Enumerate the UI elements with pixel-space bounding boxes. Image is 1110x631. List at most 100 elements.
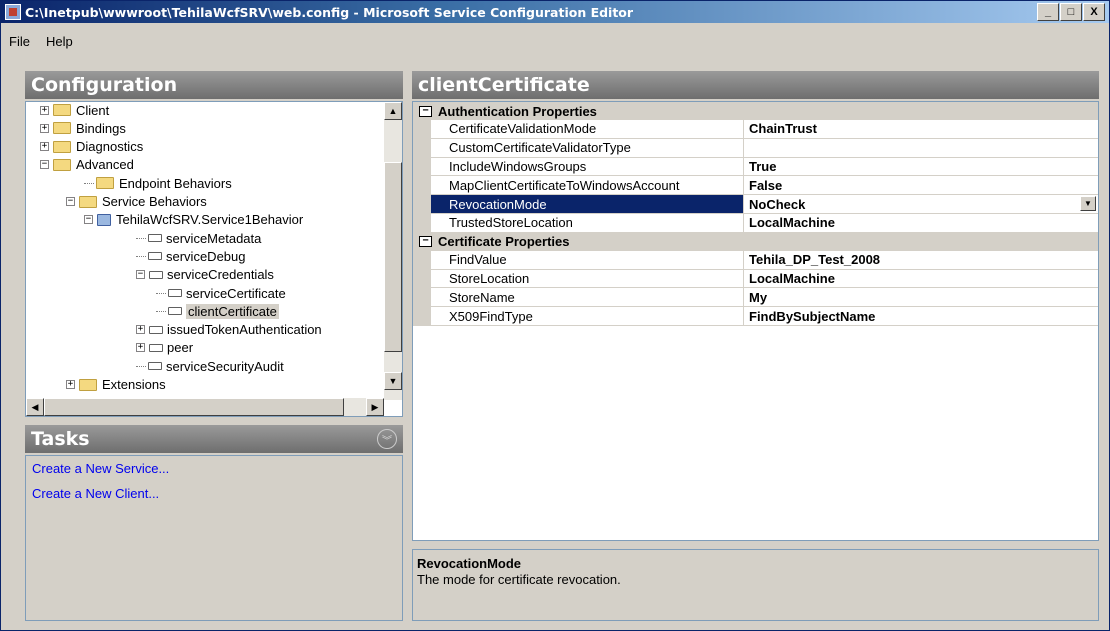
scroll-down-icon[interactable]: ▼ (384, 372, 402, 390)
element-icon (149, 270, 163, 279)
tree-connector (136, 237, 146, 239)
tree-vertical-scrollbar[interactable]: ▲ ▼ (384, 102, 402, 400)
property-name: CertificateValidationMode (413, 120, 744, 138)
tree-connector (156, 310, 166, 312)
tree-item[interactable]: clientCertificate (156, 302, 279, 320)
property-name: CustomCertificateValidatorType (413, 138, 744, 157)
tree-item[interactable]: − TehilaWcfSRV.Service1Behavior (84, 211, 303, 229)
expand-icon[interactable]: + (136, 343, 145, 353)
tree-item[interactable]: serviceCertificate (156, 284, 286, 302)
collapse-icon[interactable]: − (66, 197, 75, 206)
category-header[interactable]: − Certificate Properties (413, 232, 1098, 251)
folder-icon (79, 195, 97, 208)
configuration-header: Configuration (25, 71, 403, 99)
collapse-icon[interactable]: − (419, 236, 432, 248)
tree-item-label: serviceMetadata (166, 230, 262, 246)
collapse-icon[interactable]: − (84, 215, 93, 225)
scroll-thumb[interactable] (384, 162, 402, 352)
property-row[interactable]: StoreLocation LocalMachine (413, 269, 1098, 289)
property-grid[interactable]: − Authentication Properties CertificateVal… (412, 101, 1099, 541)
property-value-text: Tehila_DP_Test_2008 (749, 252, 881, 268)
property-value[interactable]: LocalMachine (744, 214, 1098, 232)
property-value[interactable]: ChainTrust (744, 120, 1098, 138)
property-value[interactable]: My (744, 288, 1098, 306)
maximize-button[interactable]: □ (1060, 3, 1082, 21)
property-value[interactable]: FindBySubjectName (744, 307, 1098, 325)
collapse-icon[interactable]: − (419, 105, 432, 117)
title-bar[interactable]: C:\Inetpub\wwwroot\TehilaWcfSRV\web.conf… (1, 1, 1109, 23)
tree-item-label: peer (167, 340, 194, 356)
left-pane: Configuration + Client + Bindings + Diagnosti… (25, 71, 403, 621)
collapse-icon[interactable]: − (40, 160, 49, 170)
category-header[interactable]: − Authentication Properties (413, 102, 1098, 120)
close-button[interactable]: X (1083, 3, 1105, 21)
property-value[interactable]: True (744, 158, 1098, 176)
tree-item[interactable]: Endpoint Behaviors (84, 174, 232, 192)
property-value-text: My (749, 289, 768, 305)
tree-item[interactable]: + peer (136, 339, 193, 357)
menu-bar: File Help (1, 23, 1109, 59)
tree-item[interactable]: serviceDebug (136, 247, 246, 265)
property-row[interactable]: StoreName My (413, 288, 1098, 308)
property-row[interactable]: RevocationMode NoCheck ▼ (413, 195, 1098, 214)
create-new-client-link[interactable]: Create a New Client... (32, 486, 402, 501)
property-value[interactable]: False (744, 176, 1098, 194)
property-value-text: False (749, 177, 783, 193)
description-text: The mode for certificate revocation. (417, 572, 621, 587)
category-title: Certificate Properties (438, 234, 570, 250)
folder-icon (79, 378, 97, 391)
tree-item-label: Diagnostics (76, 139, 144, 155)
tree-item[interactable]: serviceSecurityAudit (136, 357, 284, 375)
property-value[interactable] (744, 139, 1098, 157)
property-row[interactable]: IncludeWindowsGroups True (413, 157, 1098, 177)
folder-icon (96, 177, 114, 190)
description-title: RevocationMode (417, 556, 522, 571)
property-row[interactable]: X509FindType FindBySubjectName (413, 307, 1098, 326)
minimize-button[interactable]: _ (1037, 3, 1059, 21)
expand-icon[interactable]: + (40, 105, 49, 115)
hscroll-thumb[interactable] (44, 398, 344, 416)
folder-icon (53, 122, 71, 135)
tree-item[interactable]: − Advanced (40, 156, 134, 174)
scroll-left-icon[interactable]: ◀ (26, 398, 44, 416)
property-row[interactable]: MapClientCertificateToWindowsAccount Fals… (413, 176, 1098, 196)
property-row[interactable]: CustomCertificateValidatorType (413, 138, 1098, 158)
tree-item[interactable]: + Client (40, 102, 109, 119)
menu-file[interactable]: File (9, 34, 30, 49)
scroll-up-icon[interactable]: ▲ (384, 102, 402, 120)
tasks-header: Tasks (25, 425, 403, 453)
property-value-text: LocalMachine (749, 215, 835, 231)
expand-icon[interactable]: + (40, 123, 49, 133)
property-name: StoreName (413, 288, 744, 307)
expand-icon[interactable]: + (66, 380, 75, 389)
tree-item-label: issuedTokenAuthentication (167, 322, 322, 338)
window-title: C:\Inetpub\wwwroot\TehilaWcfSRV\web.conf… (25, 4, 634, 20)
collapse-chevron-icon[interactable]: ︾ (377, 429, 397, 449)
menu-help[interactable]: Help (46, 34, 73, 49)
tree-item[interactable]: + issuedTokenAuthentication (136, 321, 322, 339)
create-new-service-link[interactable]: Create a New Service... (32, 461, 402, 476)
property-value[interactable]: NoCheck ▼ (744, 195, 1098, 213)
tree-item[interactable]: serviceMetadata (136, 229, 261, 247)
tree-horizontal-scrollbar[interactable]: ◀ ▶ (26, 398, 384, 416)
tree-item[interactable]: + Extensions (66, 376, 166, 394)
property-row[interactable]: TrustedStoreLocation LocalMachine (413, 213, 1098, 233)
property-row[interactable]: FindValue Tehila_DP_Test_2008 (413, 250, 1098, 270)
expand-icon[interactable]: + (136, 325, 145, 335)
property-name: MapClientCertificateToWindowsAccount (413, 176, 744, 195)
property-row[interactable]: CertificateValidationMode ChainTrust (413, 120, 1098, 139)
right-pane: clientCertificate − Authentication Proper… (412, 71, 1099, 621)
property-value[interactable]: Tehila_DP_Test_2008 (744, 251, 1098, 269)
dropdown-arrow-icon[interactable]: ▼ (1080, 196, 1096, 212)
collapse-icon[interactable]: − (136, 270, 145, 280)
tree-item[interactable]: − Service Behaviors (66, 193, 207, 211)
property-value[interactable]: LocalMachine (744, 270, 1098, 288)
expand-icon[interactable]: + (40, 142, 49, 152)
scroll-right-icon[interactable]: ▶ (366, 398, 384, 416)
tree-item[interactable]: − serviceCredentials (136, 266, 274, 284)
configuration-tree[interactable]: + Client + Bindings + Diagnostics − Advanced End… (25, 101, 403, 417)
app-icon[interactable] (5, 4, 21, 20)
tree-item[interactable]: + Diagnostics (40, 138, 143, 156)
tree-item[interactable]: + Bindings (40, 119, 126, 137)
property-value-text: LocalMachine (749, 270, 835, 286)
